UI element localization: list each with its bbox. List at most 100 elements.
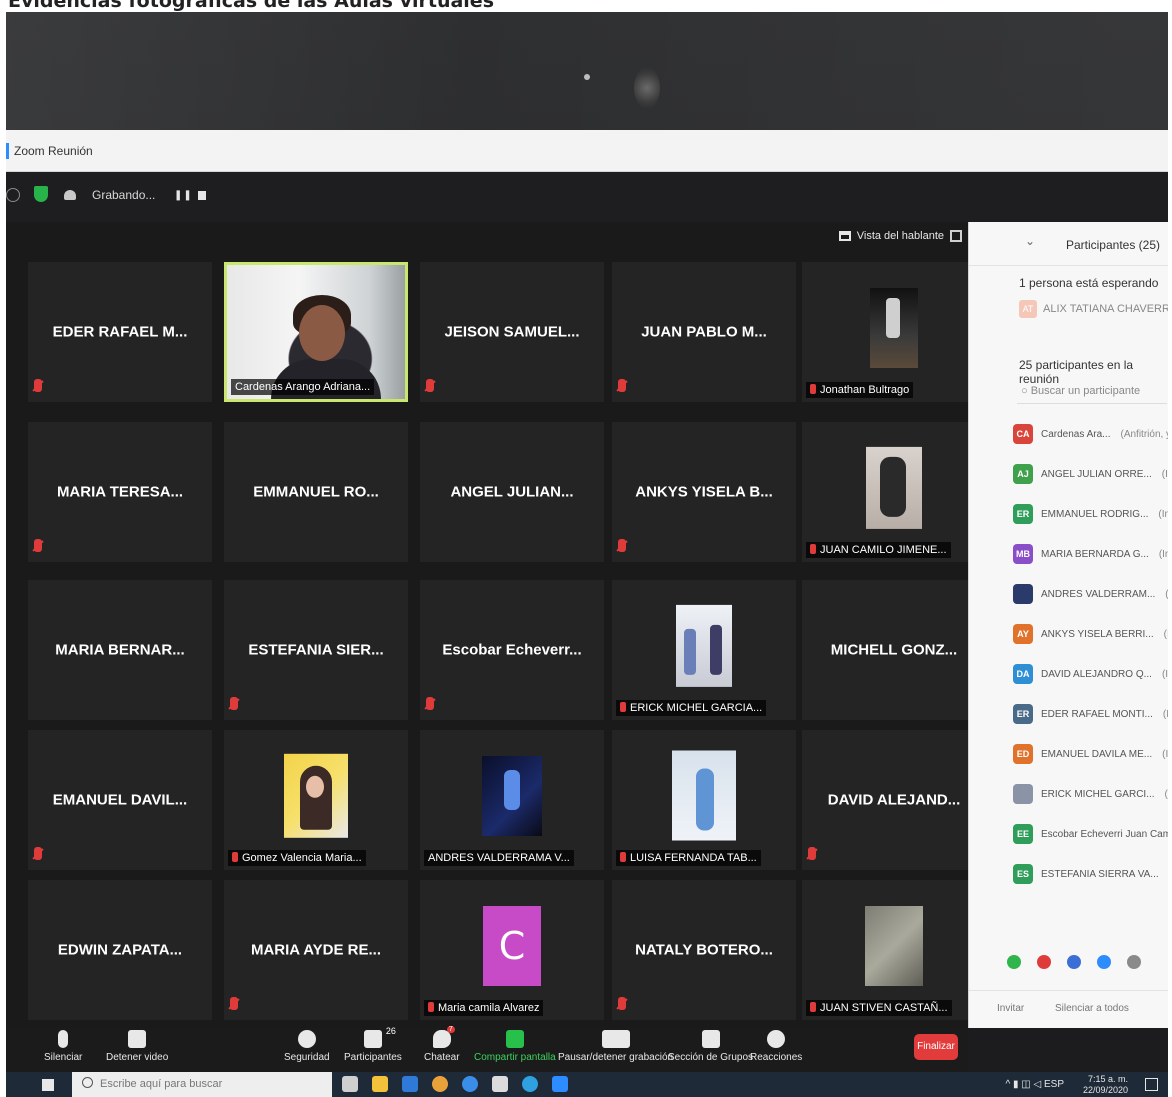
muted-mic-icon bbox=[810, 544, 816, 554]
participant-list-item[interactable]: ED EMANUEL DAVILA ME... (Invitado) bbox=[1013, 734, 1168, 774]
app-icon[interactable] bbox=[462, 1076, 478, 1092]
security-button[interactable]: Seguridad bbox=[284, 1030, 330, 1063]
share-screen-button[interactable]: Compartir pantalla bbox=[474, 1030, 556, 1063]
participant-list-item[interactable]: ANDRES VALDERRAM... (Invitado) bbox=[1013, 574, 1168, 614]
more-icon[interactable] bbox=[1127, 955, 1141, 969]
end-meeting-button[interactable]: Finalizar bbox=[914, 1034, 958, 1060]
video-tile[interactable]: Gomez Valencia Maria... bbox=[224, 730, 408, 870]
participant-list-item[interactable]: AJ ANGEL JULIAN ORRE... (Invitado) bbox=[1013, 454, 1168, 494]
video-tile[interactable]: C Maria camila Alvarez bbox=[420, 880, 604, 1020]
participants-panel: ⌄ Participantes (25) 1 persona está espe… bbox=[968, 222, 1168, 1028]
avatar: DA bbox=[1013, 664, 1033, 684]
video-tile[interactable]: JEISON SAMUEL... bbox=[420, 262, 604, 402]
participant-list-item[interactable]: EE Escobar Echeverri Juan Camilo (... bbox=[1013, 814, 1168, 854]
chat-icon: 7 bbox=[432, 1026, 455, 1048]
chat-button[interactable]: 7 Chatear bbox=[424, 1026, 460, 1063]
info-icon[interactable] bbox=[6, 188, 20, 202]
mute-all-button[interactable]: Silenciar a todos bbox=[1055, 1003, 1129, 1014]
edge-icon[interactable] bbox=[522, 1076, 538, 1092]
participant-list-item[interactable]: AY ANKYS YISELA BERRI... (Invitado) bbox=[1013, 614, 1168, 654]
language-indicator[interactable]: ESP bbox=[1044, 1079, 1064, 1090]
participant-list-name: ANDRES VALDERRAM... bbox=[1041, 588, 1156, 600]
bezel bbox=[6, 12, 1168, 130]
avatar: AJ bbox=[1013, 464, 1033, 484]
waiting-participant[interactable]: AT ALIX TATIANA CHAVERRA GARC bbox=[1019, 300, 1168, 318]
microphone-icon bbox=[58, 1030, 69, 1048]
video-tile[interactable]: Escobar Echeverr... bbox=[420, 580, 604, 720]
participant-list-name: ERICK MICHEL GARCI... bbox=[1041, 788, 1155, 800]
video-tile[interactable]: MICHELL GONZ... bbox=[802, 580, 986, 720]
participant-list-item[interactable]: DA DAVID ALEJANDRO Q... (Invitado) bbox=[1013, 654, 1168, 694]
participant-name: MARIA BERNAR... bbox=[55, 641, 185, 659]
video-tile[interactable]: MARIA TERESA... bbox=[28, 422, 212, 562]
fullscreen-icon[interactable] bbox=[950, 230, 962, 242]
pause-recording-button[interactable]: ❚❚ bbox=[174, 190, 193, 201]
participant-list-item[interactable]: ER EDER RAFAEL MONTI... (Invitado) bbox=[1013, 694, 1168, 734]
muted-mic-icon bbox=[34, 847, 42, 860]
video-tile[interactable]: Cardenas Arango Adriana... bbox=[224, 262, 408, 402]
stop-video-button[interactable]: Detener video bbox=[106, 1030, 168, 1063]
video-tile[interactable]: ESTEFANIA SIER... bbox=[224, 580, 408, 720]
reactions-button[interactable]: Reacciones bbox=[750, 1030, 802, 1063]
store-icon[interactable] bbox=[492, 1076, 508, 1092]
video-tile[interactable]: MARIA AYDE RE... bbox=[224, 880, 408, 1020]
mail-icon[interactable] bbox=[402, 1076, 418, 1092]
clock[interactable]: 7:15 a. m. 22/09/2020 bbox=[1083, 1074, 1128, 1096]
taskbar-search-input[interactable]: Escribe aquí para buscar bbox=[72, 1072, 332, 1097]
zoom-app-icon[interactable] bbox=[552, 1076, 568, 1092]
mute-label: Silenciar bbox=[44, 1052, 83, 1063]
task-view-icon[interactable] bbox=[342, 1076, 358, 1092]
gallery-view: Vista del hablante EDER RAFAEL M... Carde… bbox=[6, 222, 986, 1028]
slower-icon[interactable] bbox=[1067, 955, 1081, 969]
video-tile[interactable]: Jonathan Bultrago bbox=[802, 262, 986, 402]
search-icon bbox=[82, 1077, 93, 1088]
chrome-icon[interactable] bbox=[432, 1076, 448, 1092]
video-tile[interactable]: NATALY BOTERO... bbox=[612, 880, 796, 1020]
muted-mic-icon bbox=[232, 852, 238, 862]
video-tile[interactable]: ANKYS YISELA B... bbox=[612, 422, 796, 562]
stop-recording-button[interactable] bbox=[198, 191, 206, 200]
file-explorer-icon[interactable] bbox=[372, 1076, 388, 1092]
invite-button[interactable]: Invitar bbox=[997, 1003, 1024, 1014]
notifications-icon[interactable] bbox=[1145, 1078, 1158, 1091]
yes-icon[interactable] bbox=[1007, 955, 1021, 969]
video-tile[interactable]: EMANUEL DAVIL... bbox=[28, 730, 212, 870]
speaker-view-button[interactable]: Vista del hablante bbox=[838, 230, 962, 242]
encryption-shield-icon[interactable] bbox=[34, 186, 48, 202]
participant-label-text: JUAN STIVEN CASTAÑ... bbox=[820, 1002, 948, 1014]
video-tile[interactable]: MARIA BERNAR... bbox=[28, 580, 212, 720]
muted-mic-icon bbox=[620, 702, 626, 712]
participants-button[interactable]: 26 Participantes bbox=[344, 1026, 402, 1063]
video-tile[interactable]: EDER RAFAEL M... bbox=[28, 262, 212, 402]
video-tile[interactable]: EMMANUEL RO... bbox=[224, 422, 408, 562]
speaker-view-label: Vista del hablante bbox=[856, 230, 944, 242]
video-tile[interactable]: LUISA FERNANDA TAB... bbox=[612, 730, 796, 870]
recording-label: Grabando... bbox=[92, 188, 156, 202]
video-tile[interactable]: ANGEL JULIAN... bbox=[420, 422, 604, 562]
video-tile[interactable]: ANDRES VALDERRAMA V... bbox=[420, 730, 604, 870]
windows-start-icon[interactable] bbox=[42, 1079, 54, 1091]
participant-list-item[interactable]: ESESTEFANIA SIERRA VA...(Invitado) bbox=[1013, 854, 1168, 894]
chevron-down-icon[interactable]: ⌄ bbox=[1025, 234, 1035, 248]
avatar: ES bbox=[1013, 864, 1033, 884]
participant-list-name: MARIA BERNARDA G... bbox=[1041, 548, 1149, 560]
participant-list-item[interactable]: ERICK MICHEL GARCI... (Invitado) bbox=[1013, 774, 1168, 814]
video-tile[interactable]: JUAN PABLO M... bbox=[612, 262, 796, 402]
video-tile[interactable]: JUAN STIVEN CASTAÑ... bbox=[802, 880, 986, 1020]
faster-icon[interactable] bbox=[1097, 955, 1111, 969]
video-tile[interactable]: ERICK MICHEL GARCIA... bbox=[612, 580, 796, 720]
video-tile[interactable]: JUAN CAMILO JIMENE... bbox=[802, 422, 986, 562]
participant-role: (Invitado) bbox=[1158, 508, 1168, 520]
no-icon[interactable] bbox=[1037, 955, 1051, 969]
video-tile[interactable]: DAVID ALEJAND... bbox=[802, 730, 986, 870]
breakout-rooms-button[interactable]: Sección de Grupos bbox=[668, 1030, 753, 1063]
system-tray[interactable]: ^ ▮ ◫ ◁ ESP bbox=[1006, 1079, 1064, 1090]
participant-list-item[interactable]: MB MARIA BERNARDA G... (Invitado) bbox=[1013, 534, 1168, 574]
participant-list-item[interactable]: ER EMMANUEL RODRIG... (Invitado) bbox=[1013, 494, 1168, 534]
chat-badge: 7 bbox=[446, 1026, 455, 1033]
mute-button[interactable]: Silenciar bbox=[44, 1030, 82, 1063]
participant-search-input[interactable]: ○ Buscar un participante bbox=[1017, 380, 1167, 404]
pause-stop-recording-button[interactable]: Pausar/detener grabación bbox=[558, 1030, 673, 1063]
participant-list-item[interactable]: CA Cardenas Ara... (Anfitrión, yo) bbox=[1013, 414, 1168, 454]
video-tile[interactable]: EDWIN ZAPATA... bbox=[28, 880, 212, 1020]
